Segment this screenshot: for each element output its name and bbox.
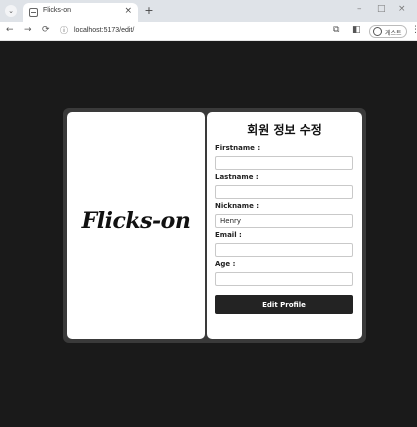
page-viewport: Flicks-on 회원 정보 수정 Firstname : Lastname …: [0, 42, 417, 427]
email-label: Email :: [215, 231, 242, 239]
back-button[interactable]: ←: [6, 25, 14, 35]
edit-card: Flicks-on 회원 정보 수정 Firstname : Lastname …: [63, 108, 366, 343]
logo: Flicks-on: [81, 208, 191, 234]
info-icon[interactable]: ⓘ: [60, 25, 68, 36]
favicon-icon: [29, 8, 38, 17]
reload-button[interactable]: ⟳: [42, 25, 50, 35]
edit-profile-button[interactable]: Edit Profile: [215, 295, 353, 314]
window-close-button[interactable]: ×: [398, 4, 406, 14]
profile-button[interactable]: 게스트: [369, 25, 407, 38]
translate-icon[interactable]: ⧉: [333, 25, 339, 35]
url-text[interactable]: localhost:5173/edit/: [74, 27, 134, 34]
brand-panel: Flicks-on: [67, 112, 205, 339]
firstname-input[interactable]: [215, 156, 353, 170]
tab-title: Flicks-on: [43, 7, 72, 14]
lastname-label: Lastname :: [215, 173, 259, 181]
address-bar[interactable]: ⓘ localhost:5173/edit/: [58, 25, 328, 38]
browser-toolbar: ← → ⟳ ⓘ localhost:5173/edit/ ⧉ ◧ 게스트 ⋮: [0, 22, 417, 41]
firstname-label: Firstname :: [215, 144, 261, 152]
nickname-label: Nickname :: [215, 202, 260, 210]
menu-icon[interactable]: ⋮: [411, 25, 417, 35]
new-tab-button[interactable]: +: [143, 5, 155, 17]
profile-icon: [373, 27, 382, 36]
sidepanel-icon[interactable]: ◧: [352, 25, 361, 35]
email-input[interactable]: [215, 243, 353, 257]
form-title: 회원 정보 수정: [247, 123, 322, 137]
nickname-input[interactable]: [215, 214, 353, 228]
browser-tab[interactable]: Flicks-on ×: [23, 3, 138, 22]
profile-label: 게스트: [385, 30, 402, 37]
age-input[interactable]: [215, 272, 353, 286]
edit-form: 회원 정보 수정 Firstname : Lastname : Nickname…: [207, 112, 362, 339]
forward-button[interactable]: →: [24, 25, 32, 35]
lastname-input[interactable]: [215, 185, 353, 199]
tab-search-button[interactable]: ⌄: [5, 5, 17, 17]
maximize-button[interactable]: □: [377, 4, 386, 14]
browser-tab-bar: ⌄ Flicks-on × + – □ ×: [0, 0, 417, 22]
tab-close-icon[interactable]: ×: [124, 6, 132, 16]
minimize-button[interactable]: –: [357, 4, 362, 14]
age-label: Age :: [215, 260, 236, 268]
